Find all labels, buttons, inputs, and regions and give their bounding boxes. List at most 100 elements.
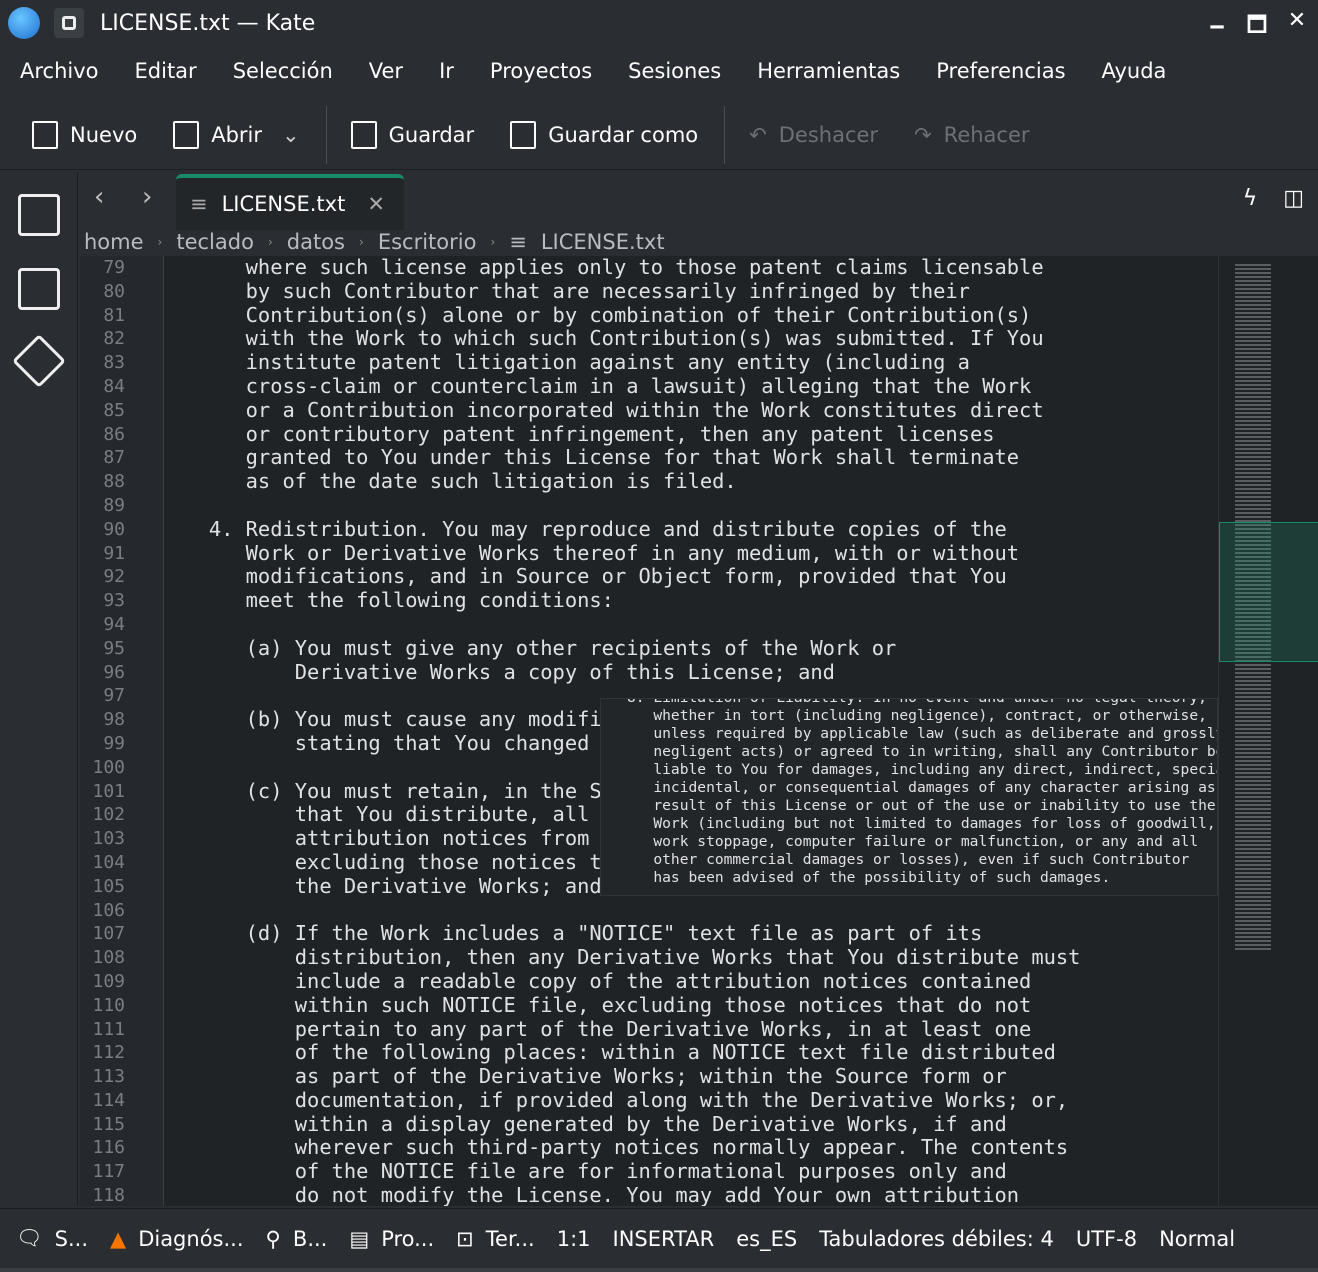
quick-open-icon[interactable]: ϟ <box>1243 186 1258 211</box>
menu-item-herramientas[interactable]: Herramientas <box>757 59 900 83</box>
code-line[interactable]: do not modify the License. You may add Y… <box>172 1183 1218 1206</box>
tab-license[interactable]: ≡ LICENSE.txt ✕ <box>176 174 404 230</box>
line-number[interactable]: 83 <box>80 351 163 375</box>
code-line[interactable]: where such license applies only to those… <box>172 256 1218 280</box>
code-line[interactable]: 4. Redistribution. You may reproduce and… <box>172 517 1218 542</box>
line-number[interactable]: 114 <box>80 1089 163 1113</box>
line-number[interactable]: 110 <box>80 994 163 1018</box>
menu-item-preferencias[interactable]: Preferencias <box>936 59 1065 83</box>
menu-item-archivo[interactable]: Archivo <box>20 59 99 83</box>
projects-button[interactable]: ▤ Pro... <box>349 1227 434 1251</box>
line-number[interactable]: 96 <box>80 661 163 685</box>
open-button[interactable]: Abrir <box>173 120 262 149</box>
line-number[interactable]: 101 <box>80 780 163 804</box>
undo-button[interactable]: ↶ Deshacer <box>749 123 878 147</box>
minimap[interactable] <box>1218 256 1318 1206</box>
code-line[interactable] <box>172 613 1218 637</box>
line-number[interactable]: 108 <box>80 946 163 970</box>
code-line[interactable]: documentation, if provided along with th… <box>172 1088 1218 1113</box>
line-number[interactable]: 90 <box>80 518 163 542</box>
search-button[interactable]: ⚲ B... <box>266 1227 328 1251</box>
syntax-mode[interactable]: Normal <box>1159 1227 1235 1251</box>
line-number[interactable]: 93 <box>80 589 163 613</box>
dictionary[interactable]: es_ES <box>736 1227 797 1251</box>
close-button[interactable]: ✕ <box>1284 8 1310 46</box>
code-line[interactable]: Contribution(s) alone or by combination … <box>172 303 1218 328</box>
code-line[interactable]: wherever such third-party notices normal… <box>172 1136 1218 1160</box>
line-number[interactable]: 81 <box>80 304 163 328</box>
code-line[interactable]: within such NOTICE file, excluding those… <box>172 993 1218 1018</box>
line-number[interactable]: 79 <box>80 256 163 280</box>
code-line[interactable]: modifications, and in Source or Object f… <box>172 565 1218 589</box>
terminal-button[interactable]: ⊡ Ter... <box>456 1227 535 1251</box>
code-line[interactable]: as of the date such litigation is filed. <box>172 469 1218 494</box>
code-line[interactable]: of the following places: within a NOTICE… <box>172 1040 1218 1065</box>
code-line[interactable]: by such Contributor that are necessarily… <box>172 279 1218 304</box>
save-button[interactable]: Guardar <box>350 120 474 149</box>
line-number[interactable]: 117 <box>80 1160 163 1184</box>
line-number[interactable]: 98 <box>80 708 163 732</box>
breadcrumb-item[interactable]: teclado <box>176 230 254 254</box>
line-number[interactable]: 99 <box>80 732 163 756</box>
code-line[interactable]: include a readable copy of the attributi… <box>172 969 1218 994</box>
code-line[interactable]: institute patent litigation against any … <box>172 350 1218 375</box>
line-number[interactable]: 104 <box>80 851 163 875</box>
git-icon[interactable] <box>11 334 66 388</box>
line-number[interactable]: 109 <box>80 970 163 994</box>
menu-item-sesiones[interactable]: Sesiones <box>628 59 721 83</box>
code-line[interactable]: Work or Derivative Works thereof in any … <box>172 541 1218 566</box>
code-line[interactable]: pertain to any part of the Derivative Wo… <box>172 1017 1218 1042</box>
line-number[interactable]: 100 <box>80 756 163 780</box>
maximize-button[interactable]: 🗖 <box>1244 8 1270 46</box>
line-number[interactable]: 102 <box>80 803 163 827</box>
input-mode[interactable]: INSERTAR <box>613 1227 715 1251</box>
code-line[interactable]: or contributory patent infringement, the… <box>172 422 1218 447</box>
code-line[interactable]: (d) If the Work includes a "NOTICE" text… <box>172 922 1218 946</box>
code-line[interactable]: or a Contribution incorporated within th… <box>172 398 1218 423</box>
line-number[interactable]: 86 <box>80 423 163 447</box>
line-number[interactable]: 111 <box>80 1018 163 1042</box>
window-pin-button[interactable] <box>54 8 84 38</box>
line-number[interactable]: 103 <box>80 827 163 851</box>
code-line[interactable]: cross-claim or counterclaim in a lawsuit… <box>172 374 1218 399</box>
tab-close-icon[interactable]: ✕ <box>367 192 385 216</box>
code-line[interactable]: (a) You must give any other recipients o… <box>172 636 1218 661</box>
symbols-list-icon[interactable] <box>17 268 60 310</box>
breadcrumb-item[interactable]: LICENSE.txt <box>541 230 665 254</box>
line-number[interactable]: 112 <box>80 1041 163 1065</box>
line-number[interactable]: 82 <box>80 327 163 351</box>
indentation-settings[interactable]: Tabuladores débiles: 4 <box>819 1227 1054 1251</box>
encoding[interactable]: UTF-8 <box>1076 1227 1137 1251</box>
line-number[interactable]: 113 <box>80 1065 163 1089</box>
diagnostics-button[interactable]: ▲ Diagnós... <box>110 1227 243 1251</box>
code-line[interactable]: within a display generated by the Deriva… <box>172 1112 1218 1137</box>
redo-button[interactable]: ↷ Rehacer <box>914 123 1029 147</box>
code-line[interactable]: with the Work to which such Contribution… <box>172 327 1218 351</box>
line-number[interactable]: 85 <box>80 399 163 423</box>
split-view-icon[interactable]: ◫ <box>1283 186 1304 211</box>
code-line[interactable] <box>172 899 1218 923</box>
line-number[interactable]: 87 <box>80 446 163 470</box>
save-as-button[interactable]: Guardar como <box>510 120 698 149</box>
documents-icon[interactable] <box>17 194 60 236</box>
open-recent-dropdown[interactable]: ⌄ <box>282 123 300 147</box>
cursor-position[interactable]: 1:1 <box>557 1227 591 1251</box>
line-number[interactable]: 107 <box>80 922 163 946</box>
code-line[interactable] <box>172 494 1218 518</box>
code-line[interactable]: granted to You under this License for th… <box>172 446 1218 470</box>
code-line[interactable]: of the NOTICE file are for informational… <box>172 1159 1218 1184</box>
line-number[interactable]: 94 <box>80 613 163 637</box>
menu-item-ayuda[interactable]: Ayuda <box>1102 59 1167 83</box>
new-button[interactable]: Nuevo <box>32 120 137 149</box>
line-number[interactable]: 95 <box>80 637 163 661</box>
code-line[interactable]: as part of the Derivative Works; within … <box>172 1064 1218 1089</box>
line-number[interactable]: 92 <box>80 565 163 589</box>
line-number[interactable]: 84 <box>80 375 163 399</box>
menu-item-editar[interactable]: Editar <box>135 59 197 83</box>
menu-item-ir[interactable]: Ir <box>439 59 454 83</box>
code-line[interactable]: Derivative Works a copy of this License;… <box>172 660 1218 685</box>
minimize-button[interactable]: 🗕 <box>1204 8 1230 46</box>
menu-item-ver[interactable]: Ver <box>369 59 403 83</box>
tab-back-icon[interactable]: ‹ <box>94 182 104 212</box>
line-number[interactable]: 91 <box>80 542 163 566</box>
